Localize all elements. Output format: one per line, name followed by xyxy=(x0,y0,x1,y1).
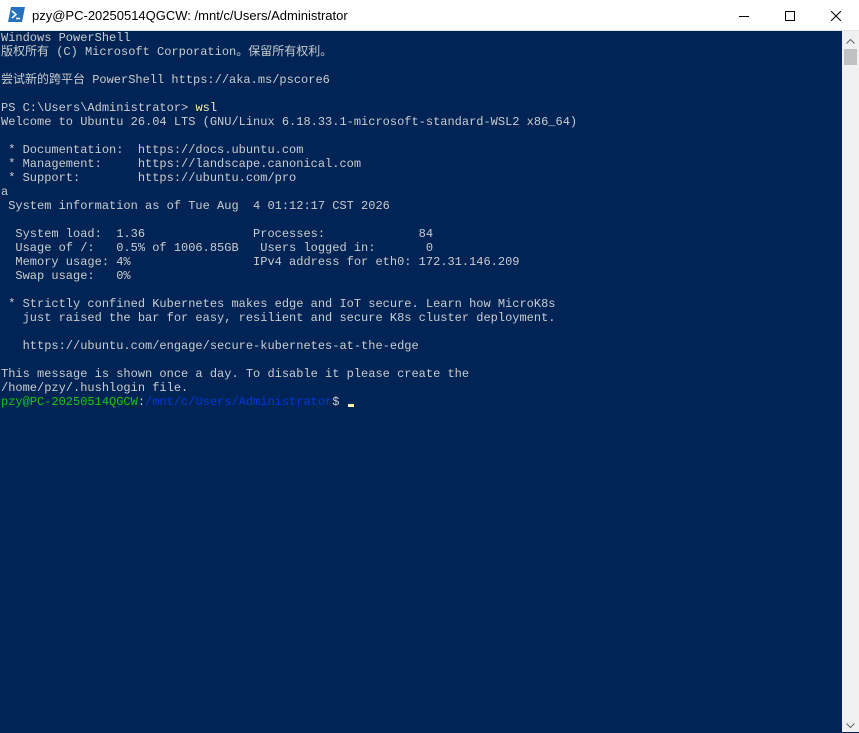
text-cursor xyxy=(347,404,354,407)
prompt-symbol: $ xyxy=(332,395,347,409)
minimize-icon xyxy=(739,11,749,21)
output-line: Usage of /: 0.5% of 1006.85GB Users logg… xyxy=(1,241,434,255)
maximize-button[interactable] xyxy=(767,0,813,31)
title-bar[interactable]: pzy@PC-20250514QGCW: /mnt/c/Users/Admini… xyxy=(0,0,859,31)
output-line: Memory usage: 4% IPv4 address for eth0: … xyxy=(1,255,520,269)
output-line: System information as of Tue Aug 4 01:12… xyxy=(1,199,390,213)
vertical-scrollbar[interactable] xyxy=(842,31,859,732)
output-line: /home/pzy/.hushlogin file. xyxy=(1,381,189,395)
prompt-colon: : xyxy=(137,395,146,409)
powershell-icon[interactable] xyxy=(8,7,25,22)
scrollbar-thumb[interactable] xyxy=(844,49,857,65)
output-line: Swap usage: 0% xyxy=(1,269,131,283)
output-line: * Documentation: https://docs.ubuntu.com xyxy=(1,143,304,157)
maximize-icon xyxy=(785,10,795,21)
output-line: 尝试新的跨平台 PowerShell https://aka.ms/pscore… xyxy=(1,73,330,87)
close-button[interactable] xyxy=(813,0,859,31)
close-icon xyxy=(831,10,841,21)
output-line: * Management: https://landscape.canonica… xyxy=(1,157,362,171)
window-title: pzy@PC-20250514QGCW: /mnt/c/Users/Admini… xyxy=(32,8,348,23)
scroll-up-button[interactable] xyxy=(842,31,859,48)
scroll-down-button[interactable] xyxy=(842,715,859,732)
output-line: System load: 1.36 Processes: 84 xyxy=(1,227,434,241)
chevron-down-icon xyxy=(846,715,855,733)
output-line: just raised the bar for easy, resilient … xyxy=(1,311,556,325)
output-line: https://ubuntu.com/engage/secure-kuberne… xyxy=(1,339,419,353)
output-line: a xyxy=(1,185,9,199)
chevron-up-icon xyxy=(846,31,855,49)
ps-prompt-line: PS C:\Users\Administrator> wsl xyxy=(0,101,842,115)
prompt-user-host: pzy@PC-20250514QGCW xyxy=(1,395,138,409)
minimize-button[interactable] xyxy=(721,0,767,31)
output-line: * Strictly confined Kubernetes makes edg… xyxy=(1,297,556,311)
prompt-path: /mnt/c/Users/Administrator xyxy=(145,395,333,409)
ps-prompt: PS C:\Users\Administrator> xyxy=(1,101,196,115)
output-line: This message is shown once a day. To dis… xyxy=(1,367,470,381)
ps-command: wsl xyxy=(195,101,218,115)
output-line: * Support: https://ubuntu.com/pro xyxy=(1,171,297,185)
output-line: 版权所有 (C) Microsoft Corporation。保留所有权利。 xyxy=(1,45,333,59)
bash-prompt-line[interactable]: pzy@PC-20250514QGCW:/mnt/c/Users/Adminis… xyxy=(0,395,842,409)
output-line: Windows PowerShell xyxy=(1,31,131,45)
terminal-output[interactable]: Windows PowerShell 版权所有 (C) Microsoft Co… xyxy=(0,31,842,732)
output-line: Welcome to Ubuntu 26.04 LTS (GNU/Linux 6… xyxy=(1,115,578,129)
